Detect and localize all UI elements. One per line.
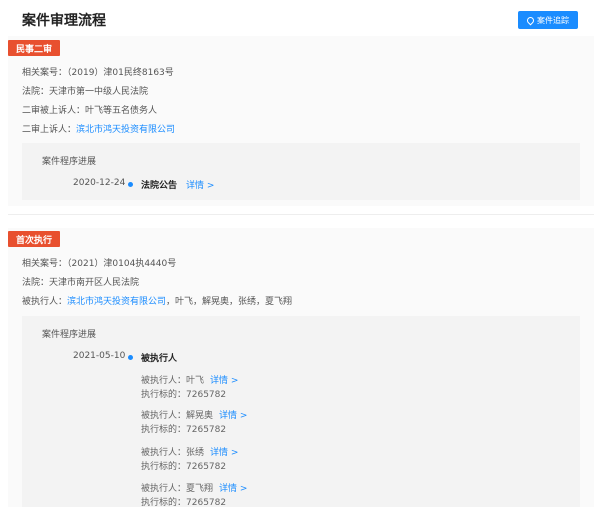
executed-persons: ，叶飞，解晃奥，张绣，夏飞翔 bbox=[166, 297, 293, 307]
case-number-line: 相关案号：（2021）津0104执4440号 bbox=[22, 259, 177, 269]
appellee-line: 二审被上诉人：叶飞等五名债务人 bbox=[22, 106, 158, 116]
case-number-line: 相关案号：（2019）津01民终8163号 bbox=[22, 68, 174, 78]
detail-link[interactable]: 详情 > bbox=[219, 411, 247, 421]
location-pin-icon bbox=[525, 15, 536, 25]
progress-date: 2021-05-10 bbox=[73, 351, 126, 361]
case-number: （2019）津01民终8163号 bbox=[67, 68, 174, 78]
section-divider bbox=[8, 214, 594, 215]
detail-link[interactable]: 详情 > bbox=[210, 376, 238, 386]
executed-line: 被执行人：滨北市鸿天投资有限公司，叶飞，解晃奥，张绣，夏飞翔 bbox=[22, 297, 293, 307]
execution-amount: 执行标的：7265782 bbox=[141, 498, 227, 508]
court-name: 天津市第一中级人民法院 bbox=[49, 87, 149, 97]
executed-person-item: 被执行人：解晃奥 详情 > bbox=[141, 411, 248, 421]
case-tracking-label: 案件追踪 bbox=[537, 15, 569, 25]
court-line: 法院：天津市第一中级人民法院 bbox=[22, 87, 149, 97]
execution-amount: 执行标的：7265782 bbox=[141, 425, 227, 435]
case-type-tag: 民事二审 bbox=[8, 40, 61, 56]
timeline-dot bbox=[128, 355, 133, 360]
case-progress-panel bbox=[22, 143, 580, 200]
execution-amount: 执行标的：7265782 bbox=[141, 462, 227, 472]
page-title: 案件审理流程 bbox=[22, 13, 106, 29]
detail-link[interactable]: 详情 > bbox=[210, 448, 238, 458]
case-progress-panel bbox=[22, 316, 580, 507]
appellee-name: 叶飞等五名债务人 bbox=[85, 106, 158, 116]
case-number: （2021）津0104执4440号 bbox=[67, 259, 177, 269]
executed-person-item: 被执行人：张绣 详情 > bbox=[141, 448, 239, 458]
progress-event: 法院公告 bbox=[141, 181, 178, 191]
executed-person-item: 被执行人：夏飞翔 详情 > bbox=[141, 484, 248, 494]
progress-title: 案件程序进展 bbox=[42, 330, 97, 340]
execution-amount: 执行标的：7265782 bbox=[141, 390, 227, 400]
case-tracking-button[interactable]: 案件追踪 bbox=[518, 11, 578, 29]
appellant-line: 二审上诉人：滨北市鸿天投资有限公司 bbox=[22, 125, 176, 135]
detail-link[interactable]: 详情 > bbox=[219, 484, 247, 494]
case-type-tag: 首次执行 bbox=[8, 231, 61, 247]
executed-person-item: 被执行人：叶飞 详情 > bbox=[141, 376, 239, 386]
progress-title: 案件程序进展 bbox=[42, 157, 97, 167]
court-line: 法院：天津市南开区人民法院 bbox=[22, 278, 140, 288]
court-name: 天津市南开区人民法院 bbox=[49, 278, 140, 288]
progress-event: 被执行人 bbox=[141, 354, 178, 364]
appellant-company-link[interactable]: 滨北市鸿天投资有限公司 bbox=[76, 125, 175, 135]
timeline-dot bbox=[128, 182, 133, 187]
executed-company-link[interactable]: 滨北市鸿天投资有限公司 bbox=[67, 297, 166, 307]
detail-link[interactable]: 详情 > bbox=[186, 178, 214, 191]
progress-date: 2020-12-24 bbox=[73, 178, 126, 188]
